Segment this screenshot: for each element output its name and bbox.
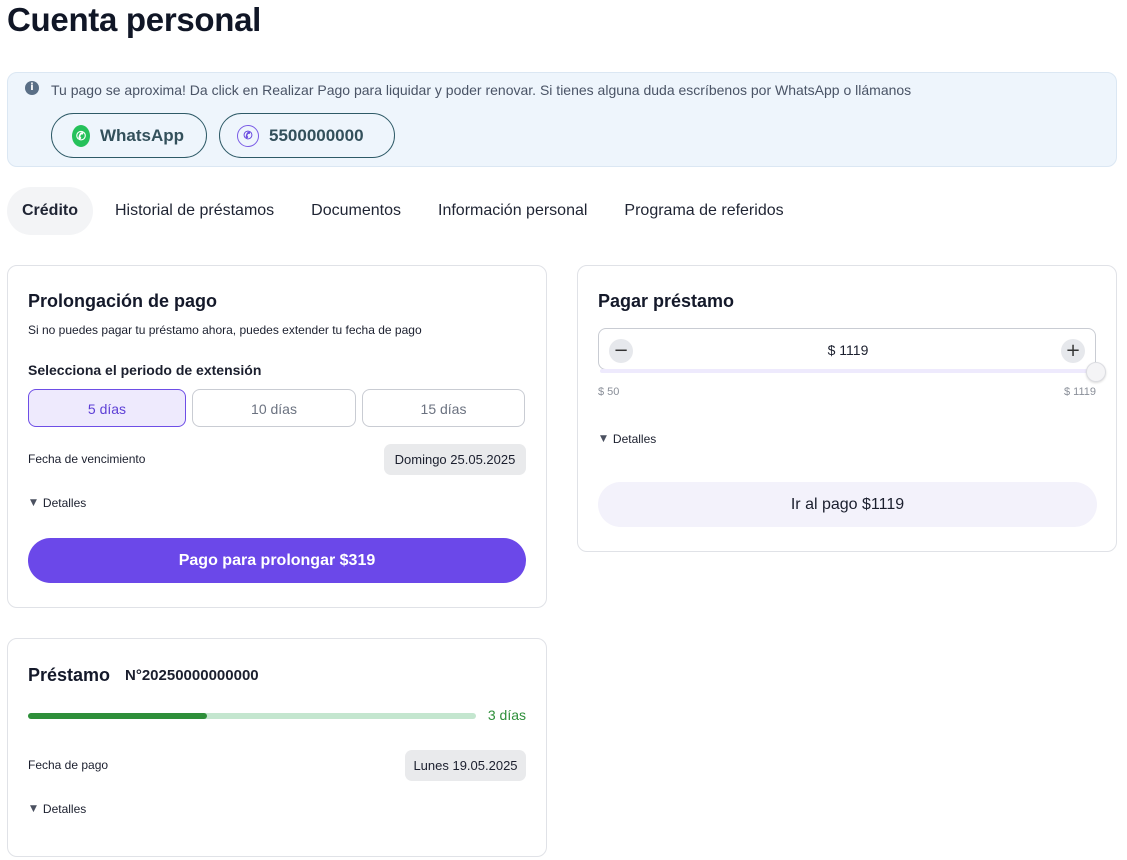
amount-value: $ 1119	[827, 342, 869, 358]
phone-number: 5500000000	[269, 125, 364, 145]
go-to-payment-button[interactable]: Ir al pago $1119	[598, 482, 1097, 527]
chevron-down-icon: ▼	[30, 498, 37, 508]
prolongation-subtitle: Si no puedes pagar tu préstamo ahora, pu…	[28, 323, 422, 337]
amount-slider-handle[interactable]	[1086, 362, 1106, 382]
details-label: Detalles	[42, 802, 87, 816]
period-option-15[interactable]: 15 días	[362, 389, 525, 427]
chevron-down-icon: ▼	[30, 804, 37, 814]
prolong-payment-button[interactable]: Pago para prolongar $319	[28, 538, 526, 583]
due-date-value: Domingo 25.05.2025	[384, 444, 526, 475]
whatsapp-button[interactable]: ✆ WhatsApp	[51, 113, 207, 158]
page-title: Cuenta personal	[7, 1, 262, 38]
payment-date-label: Fecha de pago	[28, 758, 109, 772]
loan-title: Préstamo	[28, 665, 111, 685]
loan-details-toggle[interactable]: ▼ Detalles	[30, 802, 86, 816]
payment-date-value: Lunes 19.05.2025	[405, 750, 526, 781]
pay-loan-card: Pagar préstamo − $ 1119 + $ 50 $ 1119 ▼ …	[577, 265, 1117, 552]
phone-button[interactable]: ✆ 5500000000	[219, 113, 395, 158]
period-option-10[interactable]: 10 días	[192, 389, 356, 427]
alert-message: Tu pago se aproxima! Da click en Realiza…	[51, 82, 912, 98]
tab-credito[interactable]: Crédito	[7, 187, 93, 235]
tab-historial[interactable]: Historial de préstamos	[100, 187, 289, 235]
payment-alert: i Tu pago se aproxima! Da click en Reali…	[7, 72, 1117, 167]
max-amount-label: $ 1119	[1063, 386, 1096, 398]
prolongation-title: Prolongación de pago	[28, 291, 218, 311]
tab-referidos[interactable]: Programa de referidos	[609, 187, 798, 235]
loan-number: N°20250000000000	[125, 667, 259, 684]
phone-icon: ✆	[237, 124, 259, 147]
period-label: Selecciona el periodo de extensión	[28, 362, 262, 378]
increase-amount-button[interactable]: +	[1061, 339, 1085, 363]
amount-stepper: − $ 1119 +	[598, 328, 1096, 370]
info-icon: i	[25, 81, 39, 95]
period-option-5[interactable]: 5 días	[28, 389, 186, 427]
min-amount-label: $ 50	[598, 386, 620, 398]
prolongation-details-toggle[interactable]: ▼ Detalles	[30, 496, 86, 510]
decrease-amount-button[interactable]: −	[609, 339, 633, 363]
pay-loan-title: Pagar préstamo	[598, 291, 735, 311]
details-label: Detalles	[612, 432, 657, 446]
details-label: Detalles	[42, 496, 87, 510]
whatsapp-icon: ✆	[72, 124, 90, 147]
loan-card: Préstamo N°20250000000000 3 días Fecha d…	[7, 638, 547, 857]
tab-informacion-personal[interactable]: Información personal	[423, 187, 602, 235]
due-date-label: Fecha de vencimiento	[28, 452, 146, 466]
whatsapp-label: WhatsApp	[99, 125, 184, 145]
days-remaining: 3 días	[487, 707, 526, 723]
tab-documentos[interactable]: Documentos	[296, 187, 416, 235]
pay-details-toggle[interactable]: ▼ Detalles	[600, 432, 656, 446]
loan-progress-fill	[28, 713, 208, 719]
account-tabs: Crédito Historial de préstamos Documento…	[7, 186, 806, 236]
amount-slider-track[interactable]	[600, 369, 1096, 373]
prolongation-card: Prolongación de pago Si no puedes pagar …	[7, 265, 547, 608]
chevron-down-icon: ▼	[600, 434, 607, 444]
